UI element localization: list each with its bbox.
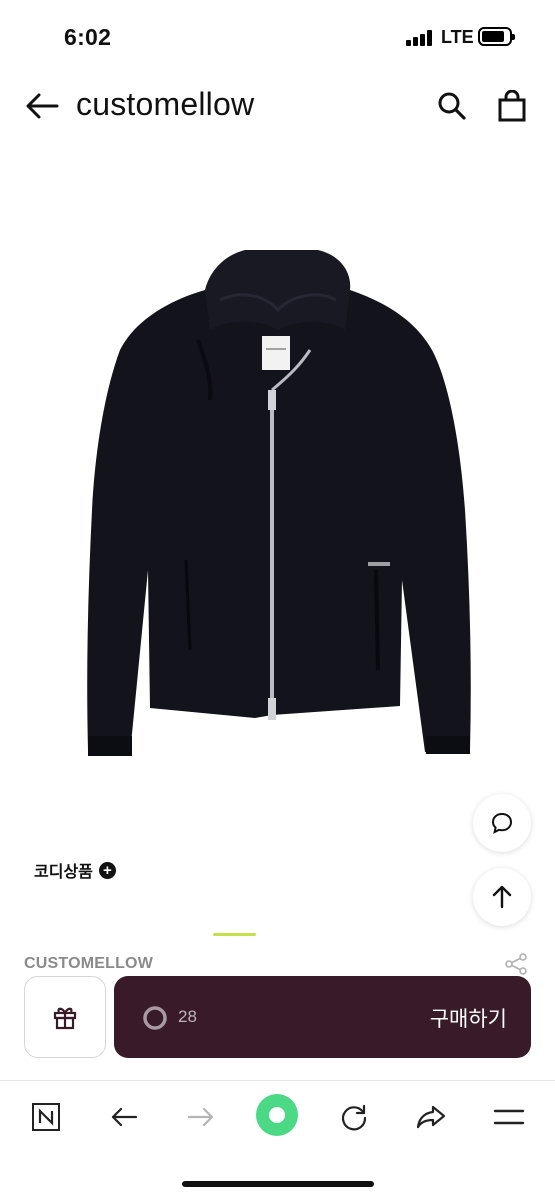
signal-strength-icon <box>406 30 436 46</box>
app-header: customellow <box>0 76 555 138</box>
naver-n-icon <box>32 1103 60 1131</box>
green-dot-icon <box>256 1094 298 1136</box>
status-time: 6:02 <box>64 24 112 50</box>
codi-products-link[interactable]: 코디상품 + <box>34 858 116 882</box>
arrow-up-icon <box>492 885 512 909</box>
brand-logo[interactable]: customellow <box>76 86 254 123</box>
search-icon <box>438 92 466 120</box>
gift-button[interactable] <box>24 976 106 1058</box>
naver-home-button[interactable] <box>21 1095 71 1139</box>
scroll-top-button[interactable] <box>473 868 531 926</box>
like-count: 28 <box>178 1007 197 1026</box>
status-bar: 6:02 LTE <box>0 0 555 76</box>
share-arrow-icon <box>416 1105 446 1129</box>
battery-icon <box>478 27 515 46</box>
product-image[interactable] <box>0 150 555 830</box>
menu-button[interactable] <box>484 1095 534 1139</box>
search-button[interactable] <box>430 84 474 128</box>
shopping-bag-icon <box>498 90 526 122</box>
back-arrow-icon <box>111 1107 138 1127</box>
browser-toolbar <box>0 1080 555 1200</box>
menu-icon <box>493 1109 525 1125</box>
green-dot-button[interactable] <box>252 1093 302 1137</box>
share-button[interactable] <box>406 1095 456 1139</box>
like-ring-icon[interactable] <box>142 1005 168 1031</box>
buy-button[interactable]: 28 구매하기 <box>114 976 531 1058</box>
refresh-button[interactable] <box>329 1095 379 1139</box>
gift-icon <box>53 1007 77 1030</box>
image-page-indicator <box>213 933 256 936</box>
chat-bubble-icon <box>491 812 513 834</box>
home-indicator <box>182 1181 374 1187</box>
browser-back-button[interactable] <box>99 1095 149 1139</box>
plus-circle-icon: + <box>98 861 116 879</box>
buy-label: 구매하기 <box>429 1008 507 1031</box>
forward-arrow-icon <box>187 1107 214 1127</box>
back-button[interactable] <box>22 86 62 126</box>
arrow-left-icon <box>26 93 59 119</box>
refresh-icon <box>341 1104 367 1131</box>
codi-label: 코디상품 <box>34 864 93 881</box>
browser-forward-button[interactable] <box>176 1095 226 1139</box>
share-icon[interactable] <box>504 953 528 975</box>
product-brand-name[interactable]: CUSTOMELLOW <box>24 955 153 973</box>
chat-button[interactable] <box>473 794 531 852</box>
shopping-bag-button[interactable] <box>490 84 534 128</box>
network-type: LTE <box>441 27 474 47</box>
